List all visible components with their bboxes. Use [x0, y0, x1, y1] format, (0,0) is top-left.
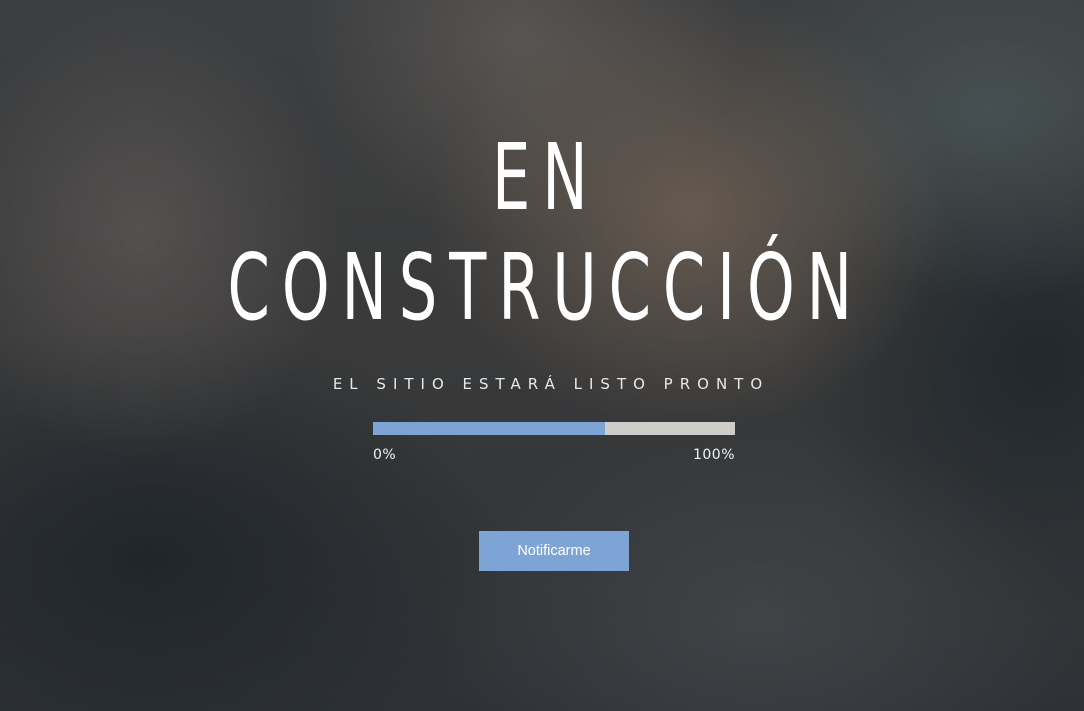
progress-bar-fill [373, 422, 605, 435]
page-title-line-1: EN [491, 124, 600, 231]
progress-max-label: 100% [692, 447, 735, 463]
page-title-line-2: CONSTRUCCIÓN [227, 234, 864, 341]
notify-me-button[interactable]: Notificarme [479, 531, 629, 571]
page-subtitle: EL SITIO ESTARÁ LISTO PRONTO [332, 375, 770, 393]
coming-soon-page: EN CONSTRUCCIÓN EL SITIO ESTARÁ LISTO PR… [0, 0, 1084, 711]
progress-bar [373, 422, 735, 435]
progress-min-label: 0% [373, 447, 397, 463]
